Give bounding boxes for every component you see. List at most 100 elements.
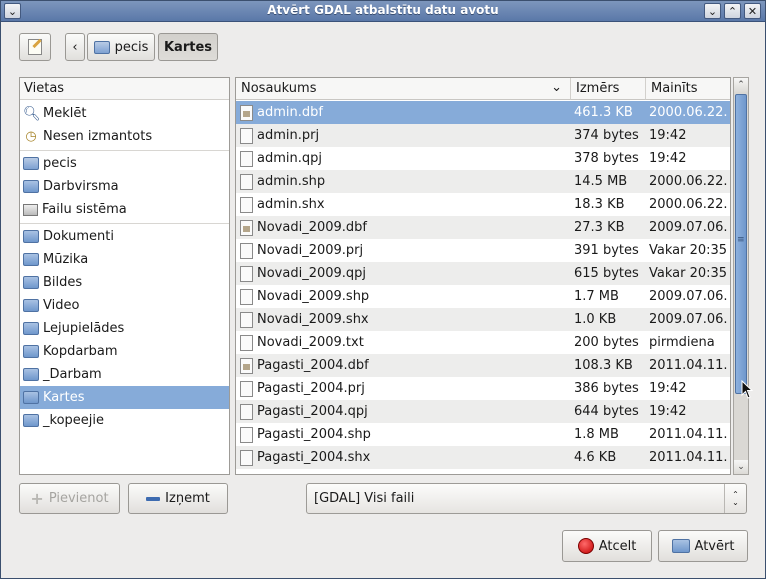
place-item-kartes[interactable]: Kartes	[20, 386, 229, 409]
file-open-dialog: ⌄ Atvērt GDAL atbalstītu datu avotu ⌄ ⌃ …	[0, 0, 766, 579]
file-modified-cell: Vakar 20:35	[649, 266, 728, 281]
text-file-icon	[240, 242, 253, 259]
file-list: Nosaukums ⌄ Izmērs Mainīts admin.dbf 461.…	[235, 77, 731, 475]
folder-icon	[23, 368, 39, 381]
file-name-cell: admin.shx	[236, 196, 571, 213]
title-bar[interactable]: ⌄ Atvērt GDAL atbalstītu datu avotu ⌄ ⌃ …	[1, 1, 765, 22]
combo-arrows-icon: ⌃ ⌄	[724, 484, 746, 513]
text-file-icon	[240, 173, 253, 190]
file-row[interactable]: admin.prj 374 bytes 19:42	[236, 124, 730, 147]
remove-bookmark-button[interactable]: Izņemt	[128, 483, 228, 514]
place-item-kopeejie[interactable]: _kopeejie	[20, 409, 229, 432]
file-row[interactable]: admin.dbf 461.3 KB 2000.06.22.	[236, 101, 730, 124]
file-row[interactable]: Pagasti_2004.dbf 108.3 KB 2011.04.11.	[236, 354, 730, 377]
file-row[interactable]: Pagasti_2004.qpj 644 bytes 19:42	[236, 400, 730, 423]
maximize-icon[interactable]: ⌃	[724, 3, 741, 19]
place-item-bildes[interactable]: Bildes	[20, 271, 229, 294]
column-header-size[interactable]: Izmērs	[571, 78, 646, 100]
database-file-icon	[240, 357, 253, 374]
scroll-down-icon[interactable]: ⌄	[734, 460, 748, 474]
place-item-video[interactable]: Video	[20, 294, 229, 317]
minimize-icon[interactable]: ⌄	[704, 3, 721, 19]
place-item-lejupielades[interactable]: Lejupielādes	[20, 317, 229, 340]
file-name-cell: Novadi_2009.qpj	[236, 265, 571, 282]
place-item-muzika[interactable]: Mūzika	[20, 248, 229, 271]
file-row[interactable]: admin.shp 14.5 MB 2000.06.22.	[236, 170, 730, 193]
text-file-icon	[240, 380, 253, 397]
add-bookmark-button[interactable]: + Pievienot	[19, 483, 120, 514]
file-row[interactable]: Novadi_2009.prj 391 bytes Vakar 20:35	[236, 239, 730, 262]
folder-icon	[23, 322, 39, 335]
file-row[interactable]: Novadi_2009.shp 1.7 MB 2009.07.06.	[236, 285, 730, 308]
type-location-button[interactable]	[19, 33, 51, 61]
file-modified-cell: 19:42	[649, 381, 687, 396]
place-item-darbvirsma[interactable]: Darbvirsma	[20, 175, 229, 198]
file-modified-cell: pirmdiena	[649, 335, 715, 350]
folder-icon	[23, 299, 39, 312]
place-item-recent[interactable]: ◷ Nesen izmantots	[20, 125, 229, 148]
recent-icon: ◷	[25, 129, 37, 144]
folder-icon	[23, 345, 39, 358]
text-file-icon	[240, 403, 253, 420]
file-size-cell: 1.0 KB	[574, 312, 617, 327]
file-name-cell: admin.prj	[236, 127, 571, 144]
file-name-cell: Novadi_2009.shp	[236, 288, 571, 305]
file-size-cell: 18.3 KB	[574, 197, 625, 212]
file-name-cell: Novadi_2009.prj	[236, 242, 571, 259]
file-size-cell: 14.5 MB	[574, 174, 628, 189]
file-row[interactable]: Pagasti_2004.shx 4.6 KB 2011.04.11.	[236, 446, 730, 469]
file-row[interactable]: Pagasti_2004.prj 386 bytes 19:42	[236, 377, 730, 400]
scroll-thumb[interactable]: ≡	[735, 94, 747, 394]
file-filter-select[interactable]: [GDAL] Visi faili ⌃ ⌄	[306, 483, 747, 514]
folder-icon	[23, 414, 39, 427]
file-modified-cell: Vakar 20:35	[649, 243, 728, 258]
place-item-dokumenti[interactable]: Dokumenti	[20, 225, 229, 248]
file-row[interactable]: Novadi_2009.qpj 615 bytes Vakar 20:35	[236, 262, 730, 285]
plus-icon: +	[30, 489, 44, 508]
file-list-scrollbar[interactable]: ⌃ ≡ ⌄	[733, 77, 749, 475]
file-modified-cell: 2009.07.06.	[649, 220, 728, 235]
place-item-kopdarbam[interactable]: Kopdarbam	[20, 340, 229, 363]
file-modified-cell: 2000.06.22.	[649, 105, 728, 120]
file-modified-cell: 2000.06.22.	[649, 197, 728, 212]
file-row[interactable]: Novadi_2009.shx 1.0 KB 2009.07.06.	[236, 308, 730, 331]
path-crumb-kartes[interactable]: Kartes	[158, 33, 218, 61]
place-item-darbam[interactable]: _Darbam	[20, 363, 229, 386]
file-size-cell: 108.3 KB	[574, 358, 633, 373]
file-name-cell: Pagasti_2004.dbf	[236, 357, 571, 374]
folder-icon	[23, 276, 39, 289]
open-button[interactable]: Atvērt	[658, 530, 748, 562]
close-icon[interactable]: ✕	[744, 3, 761, 19]
file-name-cell: Pagasti_2004.qpj	[236, 403, 571, 420]
column-header-modified[interactable]: Mainīts	[646, 78, 730, 100]
file-row[interactable]: admin.shx 18.3 KB 2000.06.22.	[236, 193, 730, 216]
places-header[interactable]: Vietas	[20, 78, 229, 100]
file-modified-cell: 19:42	[649, 151, 687, 166]
scroll-up-icon[interactable]: ⌃	[734, 78, 748, 92]
sort-descending-icon: ⌄	[551, 80, 562, 95]
text-file-icon	[240, 127, 253, 144]
file-name-cell: Pagasti_2004.prj	[236, 380, 571, 397]
path-back-button[interactable]: ‹	[65, 33, 85, 61]
open-folder-icon	[671, 539, 690, 553]
file-modified-cell: 2009.07.06.	[649, 289, 728, 304]
file-name-cell: admin.shp	[236, 173, 571, 190]
place-item-search[interactable]: 🔍︎ Meklēt	[20, 102, 229, 125]
cancel-button[interactable]: Atcelt	[562, 530, 652, 562]
file-size-cell: 4.6 KB	[574, 450, 617, 465]
places-separator	[20, 223, 229, 224]
file-size-cell: 461.3 KB	[574, 105, 633, 120]
file-modified-cell: 2000.06.22.	[649, 174, 728, 189]
folder-icon	[23, 230, 39, 243]
file-size-cell: 386 bytes	[574, 381, 639, 396]
file-row[interactable]: admin.qpj 378 bytes 19:42	[236, 147, 730, 170]
column-header-name[interactable]: Nosaukums ⌄	[236, 78, 571, 100]
chevron-left-icon: ‹	[72, 39, 78, 55]
file-row[interactable]: Novadi_2009.dbf 27.3 KB 2009.07.06.	[236, 216, 730, 239]
path-crumb-pecis[interactable]: pecis	[87, 33, 155, 61]
home-folder-icon	[23, 157, 39, 170]
file-row[interactable]: Novadi_2009.txt 200 bytes pirmdiena	[236, 331, 730, 354]
file-row[interactable]: Pagasti_2004.shp 1.8 MB 2011.04.11.	[236, 423, 730, 446]
place-item-pecis[interactable]: pecis	[20, 152, 229, 175]
place-item-failu-sistema[interactable]: Failu sistēma	[20, 198, 229, 221]
